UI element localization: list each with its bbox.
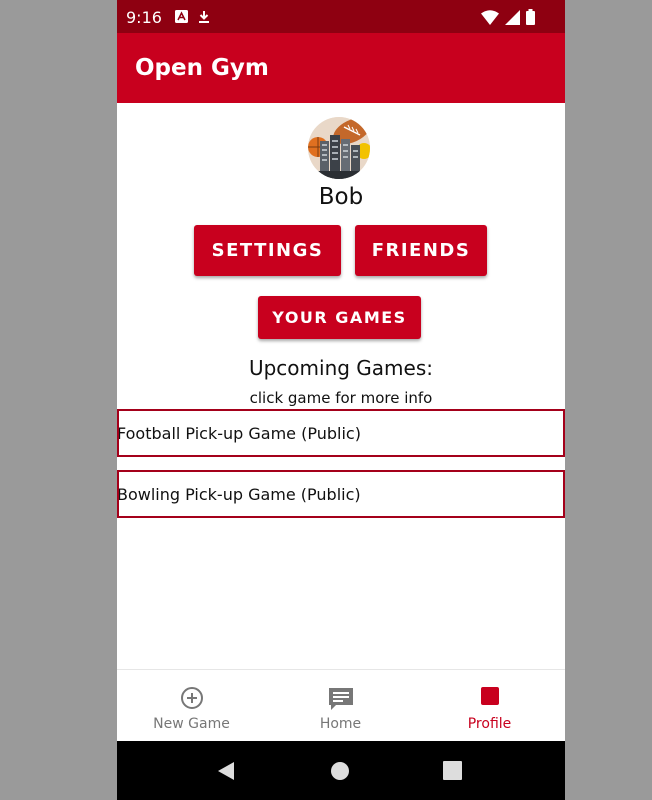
avatar xyxy=(308,117,370,179)
recents-icon[interactable] xyxy=(443,761,462,780)
status-time: 9:16 xyxy=(126,8,162,27)
user-name: Bob xyxy=(318,184,364,210)
upcoming-games-hint: click game for more info xyxy=(249,389,433,407)
back-icon[interactable] xyxy=(216,761,236,781)
nav-new-game[interactable]: New Game xyxy=(117,670,266,742)
nav-label-profile: Profile xyxy=(467,716,512,732)
friends-button[interactable]: FRIENDS xyxy=(355,225,487,276)
nav-label-new-game: New Game xyxy=(153,716,230,732)
bottom-navigation: New Game Home Profile xyxy=(117,669,565,741)
battery-icon xyxy=(526,9,535,25)
profile-square-icon xyxy=(480,687,499,705)
download-icon xyxy=(199,11,209,23)
your-games-button[interactable]: YOUR GAMES xyxy=(258,296,421,339)
status-bar: 9:16 xyxy=(117,0,565,33)
game-title: Football Pick-up Game (Public) xyxy=(117,423,361,443)
signal-icon xyxy=(505,10,520,25)
game-list-item[interactable]: Bowling Pick-up Game (Public) xyxy=(117,470,565,518)
notification-a-icon xyxy=(175,10,188,23)
phone-screen: 9:16 Open Gym Bob SETTINGS FRIENDS YOUR … xyxy=(117,0,565,800)
chat-icon xyxy=(328,688,353,710)
status-system-icons xyxy=(481,9,535,25)
upcoming-games-heading: Upcoming Games: xyxy=(248,356,434,380)
home-circle-icon[interactable] xyxy=(330,761,350,781)
game-list-item[interactable]: Football Pick-up Game (Public) xyxy=(117,409,565,457)
system-navigation-bar xyxy=(117,741,565,800)
nav-label-home: Home xyxy=(319,716,362,732)
status-notification-icons xyxy=(175,10,210,24)
app-title: Open Gym xyxy=(135,55,269,81)
avatar-image xyxy=(308,117,370,179)
nav-home[interactable]: Home xyxy=(266,670,415,742)
nav-profile[interactable]: Profile xyxy=(415,670,564,742)
game-title: Bowling Pick-up Game (Public) xyxy=(117,484,361,504)
add-circle-icon xyxy=(180,687,203,709)
app-bar: Open Gym xyxy=(117,33,565,103)
wifi-icon xyxy=(481,10,499,25)
settings-button[interactable]: SETTINGS xyxy=(194,225,341,276)
